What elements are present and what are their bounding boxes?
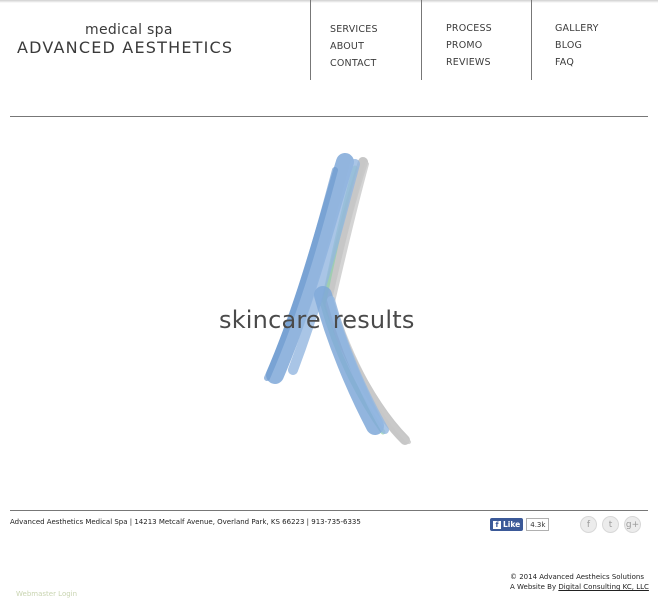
credit-line: A Website By Digital Consulting KC, LLC	[510, 582, 649, 592]
nav-divider	[531, 0, 532, 80]
facebook-icon: f	[493, 520, 501, 529]
brush-stroke-logo	[264, 153, 411, 445]
nav-column-1: SERVICES ABOUT CONTACT	[330, 21, 378, 72]
nav-link-faq[interactable]: FAQ	[555, 54, 599, 71]
facebook-like-button[interactable]: f Like	[490, 518, 524, 531]
nav-divider	[421, 0, 422, 80]
logo-tagline: medical spa	[85, 22, 173, 38]
credit-prefix: A Website By	[510, 583, 559, 591]
hero-graphic: skincare results	[195, 140, 455, 470]
top-shadow-bar	[0, 0, 658, 3]
footer-address: Advanced Aesthetics Medical Spa | 14213 …	[10, 518, 361, 526]
credit-link[interactable]: Digital Consulting KC, LLC	[558, 583, 649, 591]
nav-link-services[interactable]: SERVICES	[330, 21, 378, 38]
footer-divider	[10, 510, 648, 511]
nav-link-about[interactable]: ABOUT	[330, 38, 378, 55]
nav-link-blog[interactable]: BLOG	[555, 37, 599, 54]
nav-link-promo[interactable]: PROMO	[446, 37, 492, 54]
hero-tagline: skincare results	[219, 306, 415, 334]
facebook-icon[interactable]: f	[580, 516, 597, 533]
twitter-icon[interactable]: t	[602, 516, 619, 533]
like-count: 4.3k	[526, 518, 550, 531]
header-divider	[10, 116, 648, 117]
nav-column-3: GALLERY BLOG FAQ	[555, 20, 599, 71]
brush-stroke-blue	[264, 153, 389, 435]
nav-link-reviews[interactable]: REVIEWS	[446, 54, 492, 71]
nav-link-contact[interactable]: CONTACT	[330, 55, 378, 72]
google-plus-icon[interactable]: g+	[624, 516, 641, 533]
nav-link-process[interactable]: PROCESS	[446, 20, 492, 37]
copyright: © 2014 Advanced Aestheics Solutions A We…	[510, 572, 649, 592]
nav-link-gallery[interactable]: GALLERY	[555, 20, 599, 37]
logo-title: ADVANCED AESTHETICS	[17, 38, 234, 57]
copyright-text: © 2014 Advanced Aestheics Solutions	[510, 573, 645, 581]
nav-column-2: PROCESS PROMO REVIEWS	[446, 20, 492, 71]
facebook-like-widget: f Like 4.3k	[490, 518, 550, 531]
like-label: Like	[503, 520, 521, 529]
nav-divider	[310, 0, 311, 80]
